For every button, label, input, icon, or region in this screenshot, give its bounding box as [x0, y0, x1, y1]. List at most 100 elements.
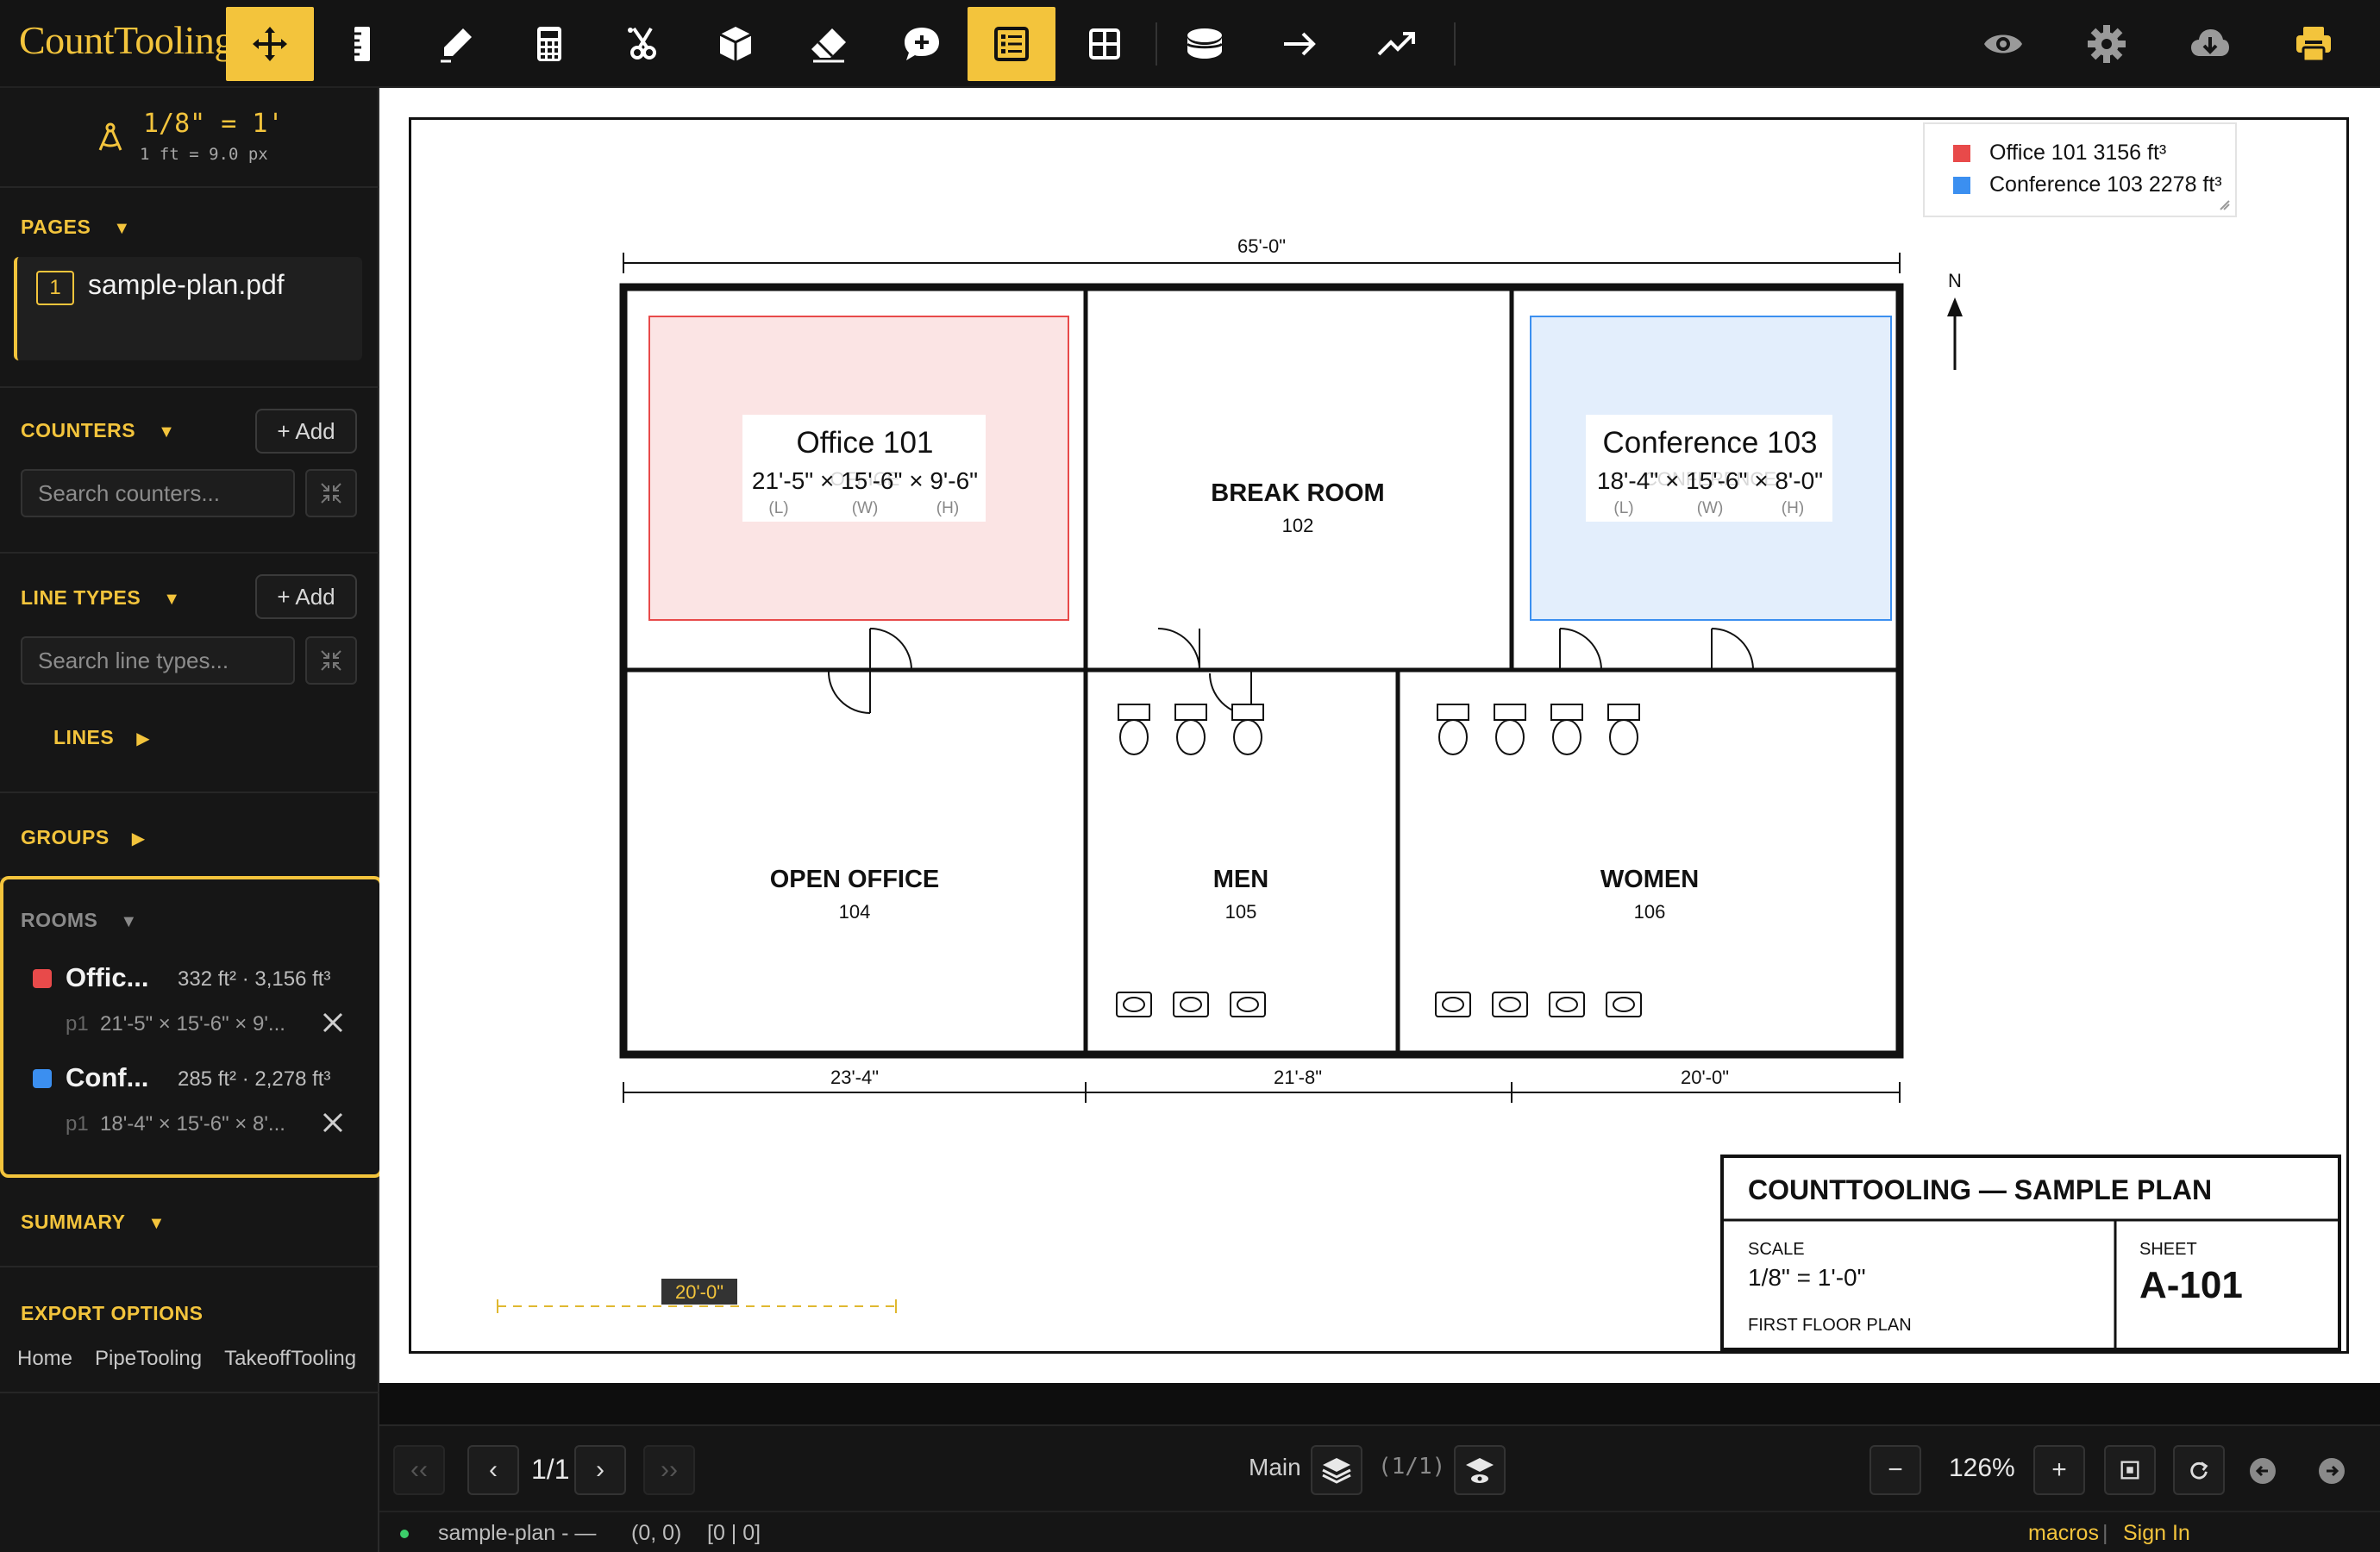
rooms-header[interactable]: ROOMS ▼ — [21, 909, 138, 932]
fit-screen-icon[interactable] — [2104, 1445, 2156, 1495]
counters-section: COUNTERS ▼ + Add — [0, 388, 379, 554]
rotate-icon[interactable] — [2173, 1445, 2225, 1495]
remove-room-icon[interactable] — [321, 1011, 345, 1035]
counters-header[interactable]: COUNTERS ▼ — [21, 419, 175, 442]
caret-right-icon: ▶ — [136, 729, 151, 748]
overall-dimension-label: 65'-0" — [1237, 235, 1286, 257]
page-item[interactable]: 1 sample-plan.pdf — [14, 257, 362, 360]
measure-title: Conference 103 — [1602, 426, 1817, 460]
list-table-icon[interactable] — [968, 7, 1055, 81]
collapse-icon[interactable] — [305, 469, 357, 517]
dimension-label: 21'-8" — [1274, 1067, 1322, 1088]
macros-link[interactable]: macros — [2028, 1521, 2099, 1546]
prev-page-button[interactable]: ‹ — [467, 1445, 519, 1495]
sinks — [1116, 992, 1642, 1017]
toilets — [1118, 704, 1640, 755]
room-name: Offic... — [66, 962, 149, 992]
export-header[interactable]: EXPORT OPTIONS — [21, 1302, 203, 1325]
comment-plus-icon[interactable] — [878, 7, 966, 81]
sign-in-link[interactable]: Sign In — [2123, 1521, 2190, 1546]
brand-logo[interactable]: CountTooling — [19, 17, 234, 63]
add-counter-button[interactable]: + Add — [255, 409, 357, 454]
scale-bar-label: 20'-0" — [675, 1281, 723, 1303]
eraser-icon[interactable] — [785, 7, 873, 81]
next-page-button[interactable]: › — [574, 1445, 626, 1495]
measure-axis-label: (W) — [1697, 499, 1724, 517]
room-number: 104 — [839, 901, 871, 923]
line-types-header[interactable]: LINE TYPES ▼ — [21, 586, 181, 610]
zoom-out-button[interactable]: − — [1870, 1445, 1921, 1495]
takeofftooling-link[interactable]: TakeoffTooling — [224, 1347, 356, 1371]
undo-icon[interactable] — [2249, 1457, 2277, 1485]
move-icon[interactable] — [226, 7, 314, 81]
sidebar: 1/8" = 1' 1 ft = 9.0 px PAGES ▼ 1 sample-… — [0, 88, 383, 1552]
status-grid: [0 | 0] — [707, 1521, 761, 1545]
home-link[interactable]: Home — [17, 1347, 72, 1371]
room-item[interactable]: Conf... 285 ft² · 2,278 ft³ p1 18'-4" × … — [3, 1052, 379, 1147]
first-page-button[interactable]: ‹‹ — [393, 1445, 445, 1495]
office-101-measure-card[interactable]: OFFICE Office 101 21'-5" × 15'-6" × 9'-6… — [742, 415, 986, 522]
line-types-search-input[interactable] — [21, 636, 295, 685]
measure-axis-label: (H) — [1782, 499, 1804, 517]
toolbar-separator — [1454, 22, 1456, 66]
title-block-floor: FIRST FLOOR PLAN — [1748, 1316, 1912, 1335]
cube-icon[interactable] — [692, 7, 780, 81]
room-number: 105 — [1225, 901, 1257, 923]
room-label: BREAK ROOM — [1211, 479, 1384, 507]
north-label: N — [1948, 270, 1962, 291]
room-stats: 285 ft² · 2,278 ft³ — [178, 1067, 331, 1091]
groups-header[interactable]: GROUPS ▶ — [21, 826, 146, 849]
connection-status-icon — [400, 1530, 409, 1538]
legend-label: Conference 103 2278 ft³ — [1989, 172, 2222, 197]
print-icon[interactable] — [2270, 7, 2358, 81]
measure-axis-label: (W) — [852, 499, 879, 517]
gear-icon[interactable] — [2063, 7, 2151, 81]
legend-swatch — [1953, 145, 1970, 162]
cloud-download-icon[interactable] — [2166, 7, 2254, 81]
room-label: OPEN OFFICE — [770, 866, 940, 893]
conference-103-measure-card[interactable]: CONFERENCE Conference 103 18'-4" × 15'-6… — [1586, 415, 1832, 522]
arrow-right-icon[interactable] — [1256, 7, 1343, 81]
zoom-in-button[interactable]: + — [2033, 1445, 2085, 1495]
pages-header[interactable]: PAGES ▼ — [21, 216, 131, 239]
remove-room-icon[interactable] — [321, 1111, 345, 1135]
eye-icon[interactable] — [1959, 7, 2047, 81]
redo-icon[interactable] — [2318, 1457, 2346, 1485]
layer-visibility-icon[interactable] — [1454, 1445, 1506, 1495]
scale-bar[interactable]: 20'-0" — [497, 1279, 897, 1313]
room-color-swatch — [33, 1069, 52, 1088]
room-item[interactable]: Offic... 332 ft² · 3,156 ft³ p1 21'-5" ×… — [3, 952, 379, 1047]
scale-px: 1 ft = 9.0 px — [140, 145, 268, 164]
trend-icon[interactable] — [1352, 7, 1440, 81]
summary-header[interactable]: SUMMARY ▼ — [21, 1211, 166, 1234]
measure-axis-label: (H) — [936, 499, 959, 517]
pipetooling-link[interactable]: PipeTooling — [95, 1347, 202, 1371]
room-label: MEN — [1213, 866, 1268, 893]
legend[interactable]: Office 101 3156 ft³ Conference 103 2278 … — [1923, 122, 2237, 217]
compass-icon[interactable] — [95, 122, 126, 153]
marker-icon[interactable] — [412, 7, 500, 81]
add-line-type-button[interactable]: + Add — [255, 574, 357, 619]
calculator-icon[interactable] — [505, 7, 593, 81]
scissor-count-icon[interactable] — [598, 7, 686, 81]
ruler-icon[interactable] — [319, 7, 407, 81]
counters-search-input[interactable] — [21, 469, 295, 517]
export-links: Home PipeTooling TakeoffTooling — [17, 1347, 356, 1371]
grid-icon[interactable] — [1061, 7, 1149, 81]
measure-dims: 18'-4" × 15'-6" × 8'-0" — [1597, 467, 1823, 494]
layers-icon[interactable] — [1311, 1445, 1362, 1495]
caret-down-icon: ▼ — [120, 912, 138, 931]
layer-count: (1/1) — [1378, 1454, 1446, 1480]
title-block-scale-label: SCALE — [1748, 1240, 1805, 1259]
collapse-icon[interactable] — [305, 636, 357, 685]
last-page-button[interactable]: ›› — [643, 1445, 695, 1495]
page-indicator: 1/1 — [531, 1454, 570, 1485]
drawing-canvas[interactable]: Office 101 3156 ft³ Conference 103 2278 … — [379, 88, 2380, 1383]
room-name: Conf... — [66, 1062, 149, 1092]
title-block: COUNTTOOLING — SAMPLE PLAN SCALE 1/8" = … — [1720, 1155, 2341, 1351]
lines-header[interactable]: LINES ▶ — [53, 726, 150, 749]
status-separator: | — [2102, 1521, 2108, 1545]
database-icon[interactable] — [1161, 7, 1249, 81]
caret-down-icon: ▼ — [113, 219, 131, 238]
plan-sheet: Office 101 3156 ft³ Conference 103 2278 … — [409, 117, 2349, 1354]
